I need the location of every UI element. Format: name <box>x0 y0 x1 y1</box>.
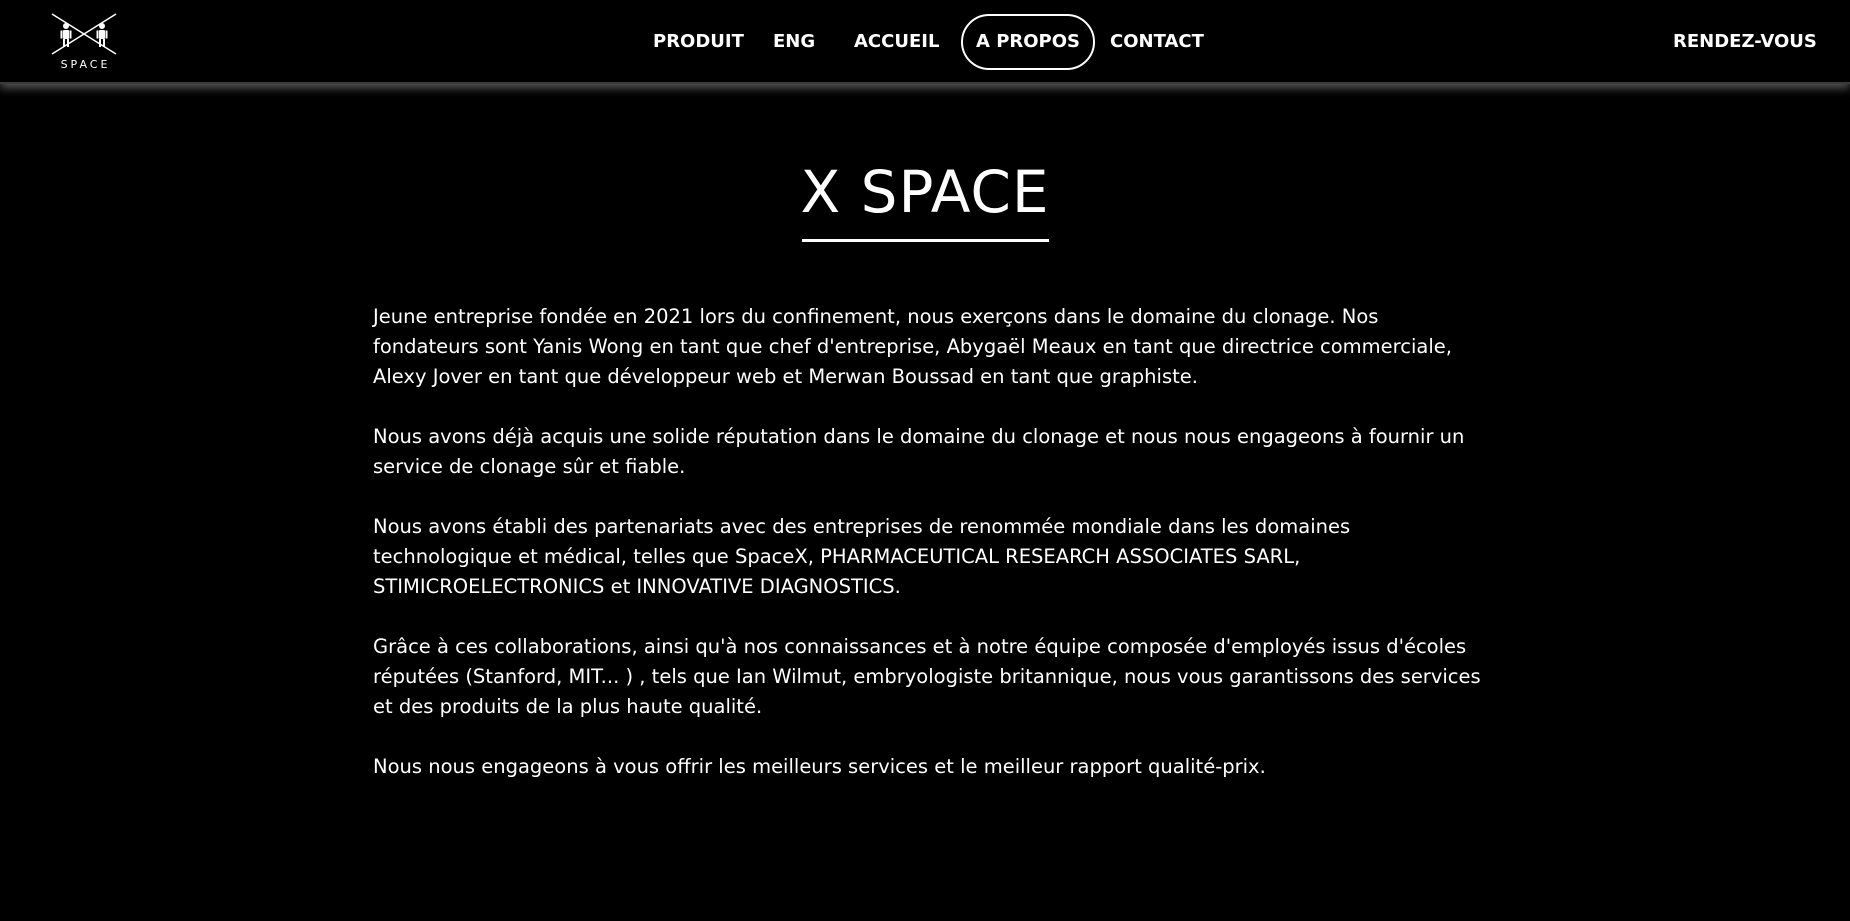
paragraph-partners: Nous avons établi des partenariats avec … <box>373 515 1351 598</box>
paragraph-intro: Jeune entreprise fondée en 2021 lors du … <box>373 305 1452 388</box>
nav-accueil[interactable]: ACCUEIL <box>854 14 939 70</box>
about-text: Jeune entreprise fondée en 2021 lors du … <box>373 302 1483 812</box>
site-header: SPACE PRODUIT ENG ACCUEIL A PROPOS CONTA… <box>0 0 1850 84</box>
page-title: X SPACE <box>800 158 1050 226</box>
rendez-vous-button[interactable]: RENDEZ-VOUS <box>1673 14 1817 70</box>
nav-a-propos[interactable]: A PROPOS <box>961 14 1096 70</box>
paragraph-commitment: Nous nous engageons à vous offrir les me… <box>373 755 1266 778</box>
title-underline <box>802 239 1049 242</box>
main-content: X SPACE Jeune entreprise fondée en 2021 … <box>0 84 1850 921</box>
nav-contact[interactable]: CONTACT <box>1110 14 1204 70</box>
main-nav: PRODUIT ENG ACCUEIL A PROPOS CONTACT REN… <box>0 14 1850 70</box>
nav-eng[interactable]: ENG <box>773 14 815 70</box>
paragraph-reputation: Nous avons déjà acquis une solide réputa… <box>373 425 1465 478</box>
paragraph-team: Grâce à ces collaborations, ainsi qu'à n… <box>373 635 1481 718</box>
nav-produit[interactable]: PRODUIT <box>653 14 744 70</box>
